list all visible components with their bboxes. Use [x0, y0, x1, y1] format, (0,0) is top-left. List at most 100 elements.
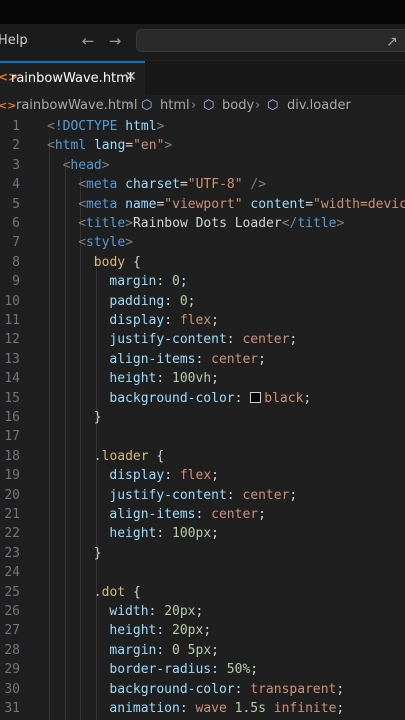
code-line[interactable]: 13 align-items: center; — [0, 352, 405, 371]
code-line[interactable]: 7 <style> — [0, 235, 405, 254]
color-swatch-icon[interactable] — [250, 391, 262, 403]
code-line[interactable]: 30 background-color: transparent; — [0, 682, 405, 701]
code-text: } — [94, 410, 102, 425]
forward-arrow-icon[interactable]: → — [104, 30, 126, 52]
code-line[interactable]: 4 <meta charset="UTF-8" /> — [0, 177, 405, 196]
token-prop: align-items — [109, 507, 196, 522]
code-line[interactable]: 26 width: 20px; — [0, 604, 405, 623]
code-line[interactable]: 2 <html lang="en"> — [0, 138, 405, 157]
code-text: display: flex; — [109, 313, 219, 328]
code-line[interactable]: 21 align-items: center; — [0, 507, 405, 526]
line-number: 29 — [4, 662, 20, 678]
code-line[interactable]: 22 height: 100px; — [0, 526, 405, 545]
code-text: align-items: center; — [109, 352, 266, 367]
code-text: <meta charset="UTF-8" /> — [78, 177, 266, 192]
chevron-right-icon: › — [128, 98, 134, 113]
code-line[interactable]: 8 body { — [0, 255, 405, 274]
line-number: 12 — [4, 332, 20, 348]
token-val: flex — [179, 313, 212, 328]
line-number: 30 — [4, 681, 20, 697]
token-text: ; — [211, 468, 219, 484]
token-str: "en" — [133, 138, 165, 154]
token-punct: > — [156, 119, 165, 134]
code-line[interactable]: 29 border-radius: 50%; — [0, 662, 405, 681]
token-punct: > — [101, 157, 110, 173]
code-line[interactable]: 5 <meta name="viewport" content="width=de… — [0, 197, 405, 216]
token-text: ; — [211, 371, 219, 387]
token-tag: meta — [86, 196, 126, 212]
token-text: : — [226, 332, 243, 348]
code-line[interactable]: 12 justify-content: center; — [0, 332, 405, 351]
token-num: 50% — [226, 662, 251, 678]
token-text: ; — [250, 662, 259, 678]
token-val: center — [242, 332, 290, 348]
code-text: height: 100vh; — [109, 371, 219, 386]
token-text: : — [234, 681, 251, 697]
token-text: : — [148, 604, 165, 619]
token-text: : — [156, 274, 173, 290]
code-text: width: 20px; — [109, 604, 203, 619]
code-line[interactable]: 3 <head> — [0, 158, 405, 177]
token-text: : — [195, 351, 212, 367]
token-text: ; — [203, 623, 212, 639]
code-text: <head> — [63, 158, 110, 173]
code-text: padding: 0; — [109, 294, 195, 309]
symbol-element-icon: ⬡ — [141, 98, 153, 113]
code-line[interactable]: 24 — [0, 565, 405, 584]
tab-rainbowwave-html[interactable]: <> rainbowWave.html ✕ — [0, 61, 145, 95]
line-number: 28 — [4, 642, 20, 658]
code-line[interactable]: 11 display: flex; — [0, 313, 405, 332]
code-line[interactable]: 27 height: 20px; — [0, 623, 405, 642]
code-text: .dot { — [94, 585, 141, 600]
token-num: 100vh — [172, 371, 212, 387]
breadcrumb-file[interactable]: rainbowWave.html — [16, 98, 137, 113]
line-number: 25 — [4, 584, 20, 600]
token-prop: border-radius — [109, 662, 212, 678]
code-text: <style> — [78, 235, 133, 250]
code-line[interactable]: 6 <title>Rainbow Dots Loader</title> — [0, 216, 405, 235]
code-line[interactable]: 15 background-color: black; — [0, 391, 405, 410]
top-strip — [0, 0, 405, 24]
code-line[interactable]: 31 animation: wave 1.5s infinite; — [0, 701, 405, 720]
token-text: ; — [336, 701, 345, 716]
breadcrumb-body[interactable]: body — [222, 98, 254, 113]
code-text: background-color: black; — [109, 391, 311, 406]
back-arrow-icon[interactable]: ← — [77, 30, 99, 52]
menu-help[interactable]: Help — [0, 33, 28, 48]
token-str: "UTF-8" — [187, 177, 243, 193]
token-prop: width — [109, 604, 149, 619]
code-editor[interactable]: 1 <!DOCTYPE html> 2 <html lang="en"> 3 <head>… — [0, 117, 405, 720]
code-line[interactable]: 17 — [0, 429, 405, 448]
line-number: 18 — [4, 448, 20, 464]
code-line[interactable]: 1 <!DOCTYPE html> — [0, 119, 405, 138]
code-line[interactable]: 18 .loader { — [0, 449, 405, 468]
token-text: ; — [289, 332, 298, 348]
code-line[interactable]: 16} — [0, 410, 405, 429]
token-attr: name — [125, 196, 157, 212]
token-punct: /> — [250, 177, 267, 193]
layout-toggle-icon[interactable]: ↗ — [386, 34, 405, 50]
code-line[interactable]: 19 display: flex; — [0, 468, 405, 487]
token-text: : — [211, 662, 227, 678]
token-tag: style — [86, 235, 126, 251]
token-text: ; — [211, 313, 219, 328]
code-line[interactable]: 28 margin: 0 5px; — [0, 643, 405, 662]
tab-label: rainbowWave.html — [11, 71, 133, 86]
token-num: 100px — [172, 526, 212, 542]
token-val: transparent — [250, 681, 337, 697]
command-center-search[interactable] — [136, 29, 405, 52]
breadcrumb-html[interactable]: html — [160, 98, 190, 113]
token-brace: { — [156, 448, 165, 464]
code-line[interactable]: 20 justify-content: center; — [0, 488, 405, 507]
close-icon[interactable]: ✕ — [125, 69, 137, 85]
token-punct: > — [125, 216, 133, 231]
code-line[interactable]: 14 height: 100vh; — [0, 371, 405, 390]
code-line[interactable]: 10 padding: 0; — [0, 294, 405, 313]
code-line[interactable]: 9 margin: 0; — [0, 274, 405, 293]
line-number: 16 — [4, 410, 20, 425]
code-line[interactable]: 23} — [0, 546, 405, 565]
code-line[interactable]: 25 .dot { — [0, 585, 405, 604]
breadcrumb-div-loader[interactable]: div.loader — [287, 98, 351, 113]
token-tag: title — [297, 216, 337, 231]
